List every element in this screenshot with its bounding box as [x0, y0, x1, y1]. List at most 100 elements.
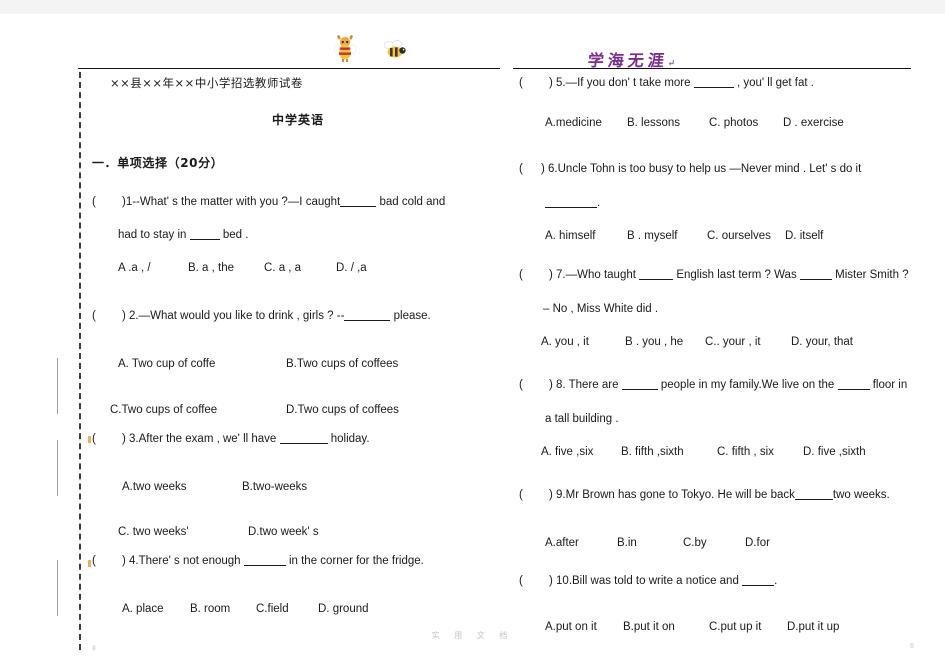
option-d[interactable]: D . exercise — [783, 117, 844, 130]
question-stem-b: people in my family.We live on the — [660, 379, 835, 391]
question-item: () 3.After the exam , we' ll have holida… — [92, 433, 504, 539]
answer-blank[interactable] — [742, 585, 775, 586]
answer-blank[interactable] — [639, 279, 674, 280]
question-stem-c: floor in — [872, 379, 908, 391]
subject-subtitle: 中学英语 — [271, 113, 324, 127]
answer-blank[interactable] — [799, 279, 832, 280]
option-a[interactable]: A. place — [122, 603, 190, 616]
option-c[interactable]: C.field — [256, 603, 318, 616]
answer-blank[interactable] — [794, 499, 833, 500]
question-stem-tail: in the corner for the fridge. — [288, 555, 424, 567]
answer-paren[interactable]: ( — [519, 575, 549, 588]
answer-paren[interactable]: ( — [519, 77, 549, 90]
answer-blank[interactable] — [837, 389, 870, 390]
question-stem: () 9.Mr Brown has gone to Tokyo. He will… — [519, 489, 939, 502]
option-d[interactable]: D.for — [745, 537, 770, 550]
answer-paren[interactable]: ( — [92, 196, 122, 209]
question-stem-text: ) 9.Mr Brown has gone to Tokyo. He will … — [549, 489, 795, 501]
option-a[interactable]: A .a , / — [118, 262, 188, 275]
question-options: A. himself B . myself C. ourselves D. itsel… — [519, 230, 939, 243]
option-b[interactable]: B. fifth ,sixth — [621, 446, 717, 459]
option-a[interactable]: A. five ,six — [541, 446, 621, 459]
question-stem-text: ) 6.Uncle Tohn is too busy to help us —N… — [541, 163, 862, 175]
continuation-post: bed . — [222, 228, 249, 241]
option-c[interactable]: C. a , a — [264, 262, 336, 275]
header-rule-right — [513, 68, 911, 69]
option-b[interactable]: B.two-weeks — [242, 481, 307, 494]
option-b[interactable]: B. a , the — [188, 262, 264, 275]
question-item: () 8. There are people in my family.We l… — [519, 379, 939, 459]
answer-paren[interactable]: ( — [519, 489, 549, 502]
continuation-post: . — [597, 196, 601, 209]
option-d[interactable]: D.Two cups of coffees — [286, 404, 399, 417]
option-a[interactable]: A. himself — [545, 230, 627, 243]
option-d[interactable]: D. itself — [785, 230, 823, 243]
question-continuation: a tall building . — [545, 412, 619, 425]
margin-bar — [57, 560, 58, 616]
margin-tick — [88, 436, 91, 443]
option-a[interactable]: A. Two cup of coffe — [118, 358, 286, 371]
page-title: ××县××年××中小学招选教师试卷 — [110, 76, 303, 90]
answer-paren[interactable]: ( — [519, 379, 549, 392]
question-item: () 4.There' s not enough in the corner f… — [92, 555, 504, 616]
answer-paren[interactable]: ( — [92, 555, 122, 568]
question-stem-text: ) 3.After the exam , we' ll have — [122, 433, 277, 445]
bee-icon — [383, 40, 406, 58]
option-c[interactable]: C.. your , it — [705, 336, 791, 349]
answer-blank[interactable] — [344, 320, 391, 321]
answer-blank[interactable] — [243, 565, 286, 566]
answer-paren[interactable]: ( — [92, 433, 122, 446]
question-stem-a: ) 8. There are — [549, 379, 619, 391]
answer-blank[interactable] — [279, 443, 328, 444]
question-options: C.Two cups of coffee D.Two cups of coffee… — [92, 404, 504, 417]
option-c[interactable]: C.by — [683, 537, 745, 550]
header-ornaments — [0, 26, 945, 66]
question-options: A.two weeks B.two-weeks — [92, 481, 504, 494]
option-d[interactable]: D.two week' s — [248, 526, 319, 539]
option-c[interactable]: C. two weeks' — [118, 526, 248, 539]
option-d[interactable]: D. ground — [318, 603, 369, 616]
question-stem-text: ) 2.—What would you like to drink , girl… — [122, 310, 345, 322]
question-options: A. Two cup of coffe B.Two cups of coffees — [92, 358, 504, 371]
option-d[interactable]: D. five ,sixth — [803, 446, 866, 459]
question-item: ()1--What' s the matter with you ?—I cau… — [92, 196, 504, 275]
question-stem-text: )1--What' s the matter with you ?—I caug… — [122, 196, 341, 208]
answer-blank[interactable] — [621, 389, 658, 390]
answer-blank[interactable] — [340, 206, 377, 207]
option-c[interactable]: C.Two cups of coffee — [110, 404, 286, 417]
option-b[interactable]: B.in — [617, 537, 683, 550]
answer-blank[interactable] — [189, 238, 220, 240]
answer-paren[interactable]: ( — [92, 310, 122, 323]
margin-bar — [57, 358, 58, 414]
option-b[interactable]: B. lessons — [627, 117, 709, 130]
question-stem: () 7.—Who taught English last term ? Was… — [519, 269, 939, 282]
option-a[interactable]: A.two weeks — [122, 481, 242, 494]
option-b[interactable]: B.Two cups of coffees — [286, 358, 398, 371]
option-c[interactable]: C. ourselves — [707, 230, 785, 243]
option-b[interactable]: B . myself — [627, 230, 707, 243]
option-d[interactable]: D. / ,a — [336, 262, 367, 275]
exam-paper-page: 学海无涯↵ ××县××年××中小学招选教师试卷 中学英语 一．单项选择（20分）… — [0, 0, 945, 669]
option-a[interactable]: A.medicine — [545, 117, 627, 130]
question-options: A.medicine B. lessons C. photos D . exercis… — [519, 117, 939, 130]
answer-blank[interactable] — [693, 87, 734, 88]
answer-paren[interactable]: ( — [519, 269, 549, 282]
question-stem: ()1--What' s the matter with you ?—I cau… — [92, 196, 504, 209]
option-a[interactable]: A.after — [545, 537, 617, 550]
question-stem: () 8. There are people in my family.We l… — [519, 379, 939, 392]
question-stem-tail: two weeks. — [832, 489, 890, 501]
binding-dashed-line — [79, 72, 81, 650]
option-c[interactable]: C. photos — [709, 117, 783, 130]
answer-blank[interactable] — [545, 206, 597, 208]
question-options: C. two weeks' D.two week' s — [92, 526, 504, 539]
question-stem-c: Mister Smith ? — [835, 269, 909, 281]
footer-watermark: 实 用 文 档 — [431, 631, 514, 640]
question-item: () 5.—If you don' t take more , you' ll … — [519, 77, 939, 130]
option-b[interactable]: B . you , he — [625, 336, 705, 349]
option-b[interactable]: B. room — [190, 603, 256, 616]
option-c[interactable]: C. fifth , six — [717, 446, 803, 459]
answer-paren[interactable]: ( — [519, 163, 541, 176]
option-a[interactable]: A. you , it — [541, 336, 625, 349]
page-corner-mark-left: 纟 — [92, 645, 99, 652]
option-d[interactable]: D. your, that — [791, 336, 853, 349]
